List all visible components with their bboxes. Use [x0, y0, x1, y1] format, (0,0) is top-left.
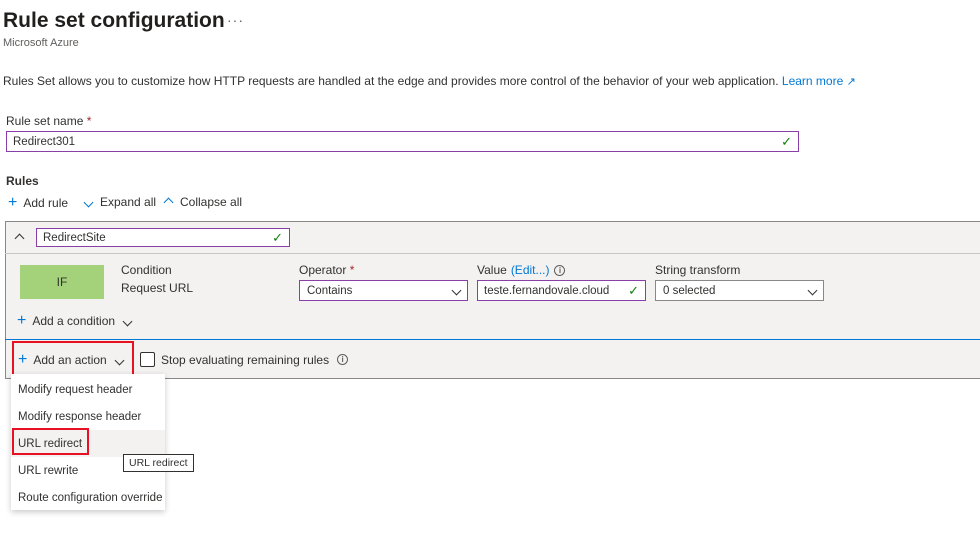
rules-heading: Rules — [6, 174, 39, 188]
required-mark: * — [86, 114, 92, 128]
operator-value: Contains — [307, 284, 353, 297]
rule-name-input[interactable]: RedirectSite ✓ — [36, 228, 290, 247]
menu-item-modify-response-header[interactable]: Modify response header — [11, 403, 165, 430]
ruleset-name-input[interactable]: Redirect301 ✓ — [6, 131, 799, 152]
expand-all-button[interactable]: Expand all — [83, 195, 156, 209]
add-condition-button[interactable]: + Add a condition — [17, 312, 133, 329]
add-rule-button[interactable]: + Add rule — [8, 195, 68, 211]
chevron-down-icon — [451, 285, 462, 297]
chevron-up-icon — [163, 195, 174, 209]
checkmark-icon: ✓ — [272, 229, 283, 245]
stop-evaluating-control[interactable]: Stop evaluating remaining rules i — [140, 352, 349, 367]
more-options-button[interactable]: ··· — [227, 12, 244, 28]
page-subtitle: Microsoft Azure — [3, 37, 79, 49]
checkmark-icon: ✓ — [628, 282, 639, 298]
plus-icon: + — [8, 194, 18, 211]
transform-label: String transform — [655, 263, 741, 277]
value-value: teste.fernandovale.cloud — [484, 284, 610, 297]
description: Rules Set allows you to customize how HT… — [3, 74, 856, 88]
info-icon: i — [554, 264, 566, 276]
chevron-down-icon — [114, 353, 125, 367]
chevron-up-icon — [14, 231, 25, 245]
transform-dropdown[interactable]: 0 selected — [655, 280, 824, 301]
ruleset-name-label: Rule set name * — [6, 114, 92, 128]
value-input[interactable]: teste.fernandovale.cloud ✓ — [477, 280, 646, 301]
menu-item-route-configuration-override[interactable]: Route configuration override — [11, 484, 165, 511]
value-label: Value (Edit...) i — [477, 263, 566, 277]
menu-item-modify-request-header[interactable]: Modify request header — [11, 376, 165, 403]
operator-label: Operator * — [299, 263, 355, 277]
chevron-down-icon — [83, 195, 94, 209]
condition-value: Request URL — [121, 281, 194, 295]
stop-evaluating-checkbox[interactable] — [140, 352, 155, 367]
plus-icon: + — [17, 312, 27, 329]
learn-more-link[interactable]: Learn more ↗ — [782, 74, 856, 88]
highlight-box — [12, 428, 89, 455]
if-badge: IF — [20, 265, 104, 299]
plus-icon: + — [18, 351, 28, 368]
operator-dropdown[interactable]: Contains — [299, 280, 468, 301]
page-title: Rule set configuration — [3, 9, 225, 32]
rule-name-value: RedirectSite — [43, 231, 106, 244]
description-text: Rules Set allows you to customize how HT… — [3, 74, 779, 88]
info-icon: i — [337, 354, 349, 365]
transform-value: 0 selected — [663, 284, 716, 297]
external-link-icon: ↗ — [846, 76, 856, 88]
value-edit-link[interactable]: (Edit...) — [511, 263, 550, 277]
add-action-button[interactable]: + Add an action — [18, 351, 125, 368]
condition-header: Condition — [121, 263, 172, 277]
tooltip: URL redirect — [123, 454, 194, 472]
collapse-all-button[interactable]: Collapse all — [163, 195, 242, 209]
chevron-down-icon — [807, 285, 818, 297]
collapse-rule-toggle[interactable] — [14, 231, 25, 245]
checkmark-icon: ✓ — [781, 133, 792, 149]
stop-evaluating-label: Stop evaluating remaining rules — [161, 352, 330, 367]
chevron-down-icon — [122, 314, 133, 328]
ruleset-name-value: Redirect301 — [13, 135, 76, 148]
section-divider — [5, 339, 980, 340]
